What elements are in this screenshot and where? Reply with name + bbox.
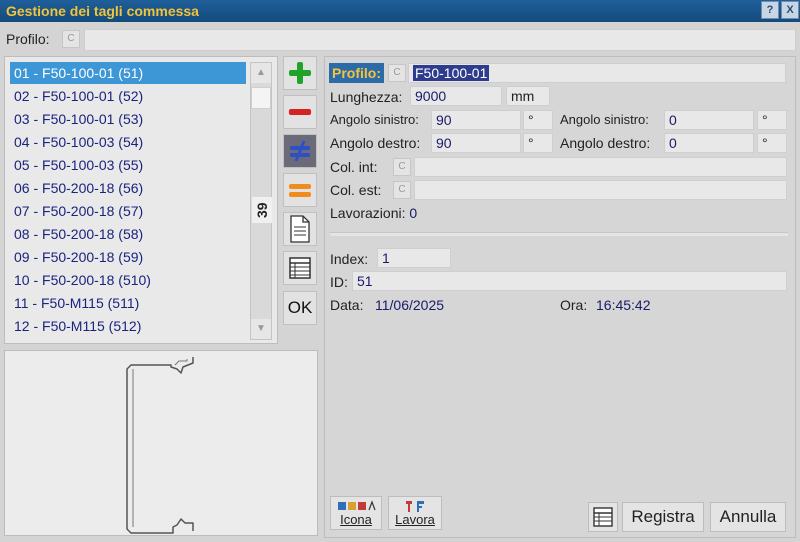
- profile-preview: [4, 350, 318, 536]
- minus-icon: [289, 109, 311, 115]
- profile-list-items: 01 - F50-100-01 (51) 02 - F50-100-01 (52)…: [4, 56, 250, 344]
- list-item[interactable]: 07 - F50-200-18 (57): [10, 200, 246, 222]
- lunghezza-field[interactable]: 9000: [410, 86, 502, 106]
- not-equal-button[interactable]: [283, 134, 317, 168]
- scroll-thumb[interactable]: [251, 87, 271, 109]
- index-field[interactable]: 1: [377, 248, 451, 268]
- profilo-value: F50-100-01: [413, 65, 490, 81]
- data-label: Data:: [330, 297, 364, 313]
- add-button[interactable]: [283, 56, 317, 90]
- list-item[interactable]: 09 - F50-200-18 (59): [10, 246, 246, 268]
- profilo-label: Profilo:: [329, 63, 384, 83]
- list-count: 39: [252, 197, 272, 223]
- help-button[interactable]: ?: [761, 1, 779, 19]
- document-button[interactable]: [283, 212, 317, 246]
- id-field: 51: [352, 271, 787, 291]
- lavorazioni-value: 0: [409, 205, 418, 221]
- list-item[interactable]: 10 - F50-200-18 (510): [10, 269, 246, 291]
- list-item[interactable]: 05 - F50-100-03 (55): [10, 154, 246, 176]
- profilo-search-input[interactable]: [84, 29, 796, 51]
- plus-icon: [289, 62, 311, 84]
- profilo-search-c-button[interactable]: C: [62, 30, 80, 48]
- equal-icon: [289, 184, 311, 197]
- angolo-destro-degree: °: [523, 133, 553, 153]
- angolo-sinistro2-label: Angolo sinistro:: [560, 112, 649, 127]
- col-int-c-button[interactable]: C: [393, 158, 411, 176]
- lunghezza-label: Lunghezza:: [330, 89, 403, 105]
- profilo-c-button[interactable]: C: [388, 64, 406, 82]
- list-item[interactable]: 08 - F50-200-18 (58): [10, 223, 246, 245]
- close-button[interactable]: X: [781, 1, 799, 19]
- table-icon: [289, 257, 311, 279]
- profilo-search-label: Profilo:: [6, 31, 50, 47]
- section-divider: [330, 232, 788, 236]
- list-item[interactable]: 02 - F50-100-01 (52): [10, 85, 246, 107]
- col-est-c-button[interactable]: C: [393, 181, 411, 199]
- data-value: 11/06/2025: [375, 297, 445, 313]
- angolo-destro-label: Angolo destro:: [330, 135, 421, 151]
- lavora-button[interactable]: Lavora: [388, 496, 442, 530]
- icona-label: Icona: [340, 512, 372, 527]
- angolo-sinistro2-field[interactable]: 0: [664, 110, 754, 130]
- ora-label: Ora:: [560, 297, 588, 313]
- scroll-down-icon[interactable]: ▼: [251, 319, 271, 339]
- icona-icon: [338, 500, 376, 511]
- table-button[interactable]: [283, 251, 317, 285]
- angolo-sinistro-degree: °: [523, 110, 553, 130]
- id-label: ID:: [330, 274, 348, 290]
- window-title: Gestione dei tagli commessa: [6, 3, 199, 19]
- grid-icon: [593, 507, 613, 527]
- col-int-field[interactable]: [414, 157, 787, 177]
- lavorazioni-label: Lavorazioni:: [330, 205, 406, 221]
- list-item[interactable]: 01 - F50-100-01 (51): [10, 62, 246, 84]
- ok-button[interactable]: OK: [283, 291, 317, 325]
- angolo-destro2-field[interactable]: 0: [664, 133, 754, 153]
- list-item[interactable]: 06 - F50-200-18 (56): [10, 177, 246, 199]
- angolo-sinistro-label: Angolo sinistro:: [330, 112, 419, 127]
- annulla-button[interactable]: Annulla: [710, 502, 786, 532]
- profile-section-drawing: [126, 357, 194, 534]
- index-label: Index:: [330, 251, 369, 267]
- lavorazioni-row: Lavorazioni: 0: [330, 205, 417, 221]
- registra-button[interactable]: Registra: [622, 502, 704, 532]
- angolo-destro-field[interactable]: 90: [431, 133, 521, 153]
- angolo-sinistro2-degree: °: [757, 110, 787, 130]
- list-item[interactable]: 03 - F50-100-01 (53): [10, 108, 246, 130]
- grid-button[interactable]: [588, 502, 618, 532]
- ora-value: 16:45:42: [596, 297, 651, 313]
- lavora-icon: [406, 501, 424, 512]
- list-item[interactable]: 04 - F50-100-03 (54): [10, 131, 246, 153]
- not-equal-icon: [290, 140, 310, 162]
- lunghezza-unit: mm: [506, 86, 550, 106]
- icona-button[interactable]: Icona: [330, 496, 382, 530]
- angolo-destro2-label: Angolo destro:: [560, 135, 651, 151]
- profilo-field[interactable]: F50-100-01: [408, 63, 786, 83]
- document-icon: [290, 215, 310, 243]
- scroll-up-icon[interactable]: ▲: [251, 63, 271, 83]
- col-int-label: Col. int:: [330, 159, 378, 175]
- list-item[interactable]: 11 - F50-M115 (511): [10, 292, 246, 314]
- lavora-label: Lavora: [395, 512, 435, 527]
- list-item[interactable]: 12 - F50-M115 (512): [10, 315, 246, 337]
- remove-button[interactable]: [283, 95, 317, 129]
- equal-button[interactable]: [283, 173, 317, 207]
- col-est-field[interactable]: [414, 180, 787, 200]
- angolo-sinistro-field[interactable]: 90: [431, 110, 521, 130]
- window-titlebar: Gestione dei tagli commessa: [0, 0, 800, 22]
- angolo-destro2-degree: °: [757, 133, 787, 153]
- col-est-label: Col. est:: [330, 182, 382, 198]
